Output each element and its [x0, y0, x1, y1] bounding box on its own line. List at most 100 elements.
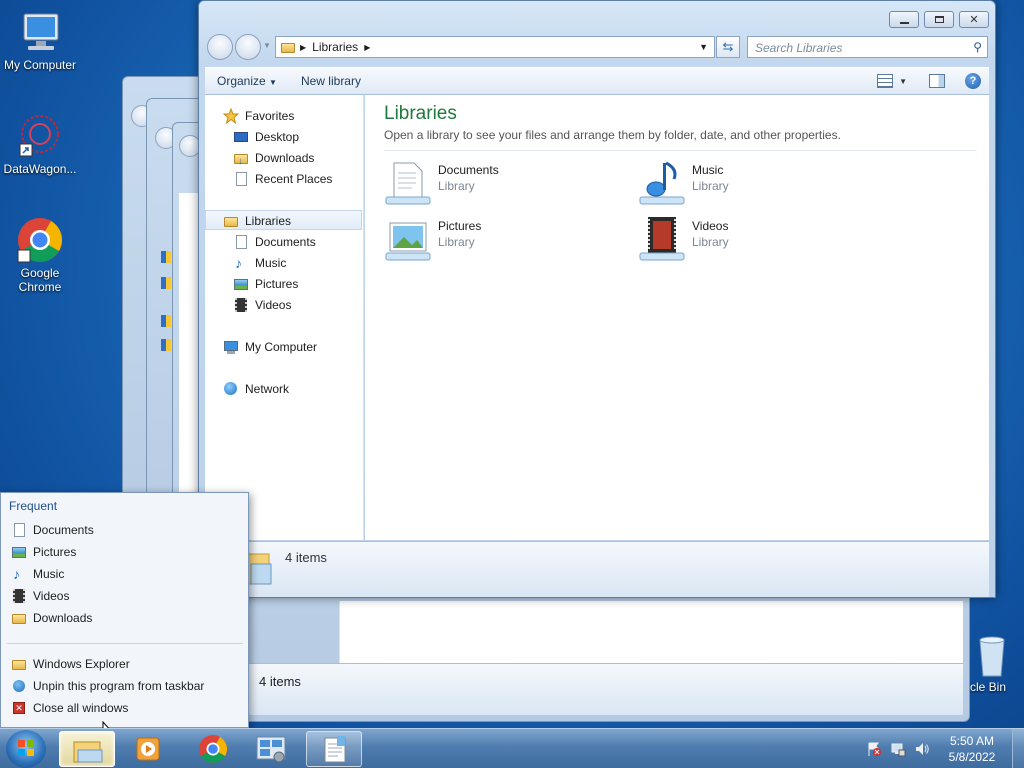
refresh-button[interactable]: ⇆	[716, 36, 740, 58]
taskbar-chrome-button[interactable]	[185, 731, 241, 767]
divider	[7, 643, 243, 644]
jump-item-documents[interactable]: Documents	[11, 520, 94, 540]
nav-desktop[interactable]: Desktop	[233, 127, 299, 147]
back-button[interactable]	[207, 34, 233, 60]
forward-button[interactable]	[235, 34, 261, 60]
status-item-count: 4 items	[259, 674, 301, 689]
navigation-pane: Favorites Desktop ↓ Downloads Recent Plac…	[205, 95, 364, 540]
shield-icon	[161, 251, 171, 263]
volume-icon[interactable]	[914, 741, 930, 757]
address-bar[interactable]: ▶ Libraries ▶ ▼	[275, 36, 715, 58]
pictures-icon	[11, 544, 27, 560]
library-videos[interactable]: Videos Library	[638, 215, 729, 263]
clock[interactable]: 5:50 AM 5/8/2022	[940, 733, 1004, 765]
jump-item-videos[interactable]: Videos	[11, 586, 69, 606]
music-icon: ♪	[235, 255, 242, 271]
preview-pane-icon[interactable]	[929, 74, 945, 88]
taskbar-media-player-button[interactable]	[121, 731, 177, 767]
nav-network[interactable]: Network	[223, 379, 289, 399]
help-icon[interactable]: ?	[965, 73, 981, 89]
taskbar-control-panel-button[interactable]	[245, 731, 301, 767]
nav-pictures[interactable]: Pictures	[233, 274, 298, 294]
desktop-icon-datawagon[interactable]: DataWagon...	[0, 112, 80, 176]
page-subtitle: Open a library to see your files and arr…	[384, 128, 841, 142]
star-icon	[222, 107, 240, 125]
new-library-button[interactable]: New library	[289, 74, 373, 88]
nav-documents[interactable]: Documents	[233, 232, 316, 252]
videos-icon	[11, 588, 27, 604]
jump-list: Frequent Documents Pictures ♪ Music Video…	[0, 492, 249, 728]
clock-date: 5/8/2022	[948, 750, 996, 764]
start-button[interactable]	[6, 730, 46, 768]
unpin-icon	[11, 678, 27, 694]
nav-favorites[interactable]: Favorites	[222, 106, 294, 126]
videos-library-icon	[638, 215, 686, 263]
pictures-icon	[233, 276, 249, 292]
documents-icon	[233, 234, 249, 250]
clock-time: 5:50 AM	[949, 734, 995, 748]
computer-icon	[223, 339, 239, 355]
libraries-icon	[280, 39, 296, 55]
breadcrumb-arrow-icon[interactable]: ▶	[300, 43, 306, 52]
taskbar-notepad-button[interactable]	[306, 731, 362, 767]
breadcrumb-libraries[interactable]: Libraries	[312, 40, 358, 54]
library-pictures[interactable]: Pictures Library	[384, 215, 481, 263]
nav-downloads[interactable]: ↓ Downloads	[233, 148, 314, 168]
close-button[interactable]: ✕	[959, 11, 989, 28]
recent-pages-dropdown[interactable]: ▼	[263, 41, 271, 50]
jump-item-downloads[interactable]: Downloads	[11, 608, 92, 628]
command-bar: Organize ▼ New library ▼ ?	[205, 67, 989, 95]
jump-task-close-all[interactable]: ✕ Close all windows	[11, 698, 128, 718]
action-center-icon[interactable]	[866, 741, 882, 757]
taskbar-explorer-button[interactable]	[59, 731, 115, 767]
maximize-button[interactable]	[924, 11, 954, 28]
nav-videos[interactable]: Videos	[233, 295, 291, 315]
documents-icon	[11, 522, 27, 538]
shield-icon	[161, 339, 171, 351]
recent-places-icon	[233, 171, 249, 187]
desktop-icon-label: Google Chrome	[18, 266, 62, 294]
network-icon	[223, 381, 239, 397]
change-view-icon[interactable]	[877, 74, 894, 88]
show-desktop-button[interactable]	[1012, 729, 1024, 768]
chrome-icon	[16, 216, 64, 264]
nav-recent-places[interactable]: Recent Places	[233, 169, 332, 189]
view-dropdown-icon[interactable]: ▼	[899, 77, 907, 86]
search-input[interactable]: Search Libraries ⚲	[747, 36, 988, 58]
control-panel-icon	[256, 736, 286, 763]
jump-task-unpin[interactable]: Unpin this program from taskbar	[11, 676, 204, 696]
windows-logo-icon	[18, 740, 34, 756]
status-item-count: 4 items	[285, 550, 327, 565]
close-icon: ✕	[11, 700, 27, 716]
desktop-icon-chrome[interactable]: Google Chrome	[0, 216, 80, 294]
nav-my-computer[interactable]: My Computer	[223, 337, 317, 357]
address-dropdown-icon[interactable]: ▼	[699, 42, 708, 52]
divider	[384, 150, 976, 151]
desktop-icon-my-computer[interactable]: My Computer	[0, 8, 80, 72]
media-player-icon	[136, 737, 160, 761]
libraries-icon	[223, 213, 239, 229]
nav-libraries[interactable]: Libraries	[223, 211, 291, 231]
minimize-button[interactable]	[889, 11, 919, 28]
organize-button[interactable]: Organize ▼	[205, 74, 289, 88]
chrome-icon	[199, 735, 227, 763]
videos-icon	[233, 297, 249, 313]
documents-library-icon	[384, 159, 432, 207]
library-documents[interactable]: Documents Library	[384, 159, 499, 207]
notepad-icon	[324, 736, 346, 763]
jump-item-music[interactable]: ♪ Music	[11, 564, 64, 584]
desktop-icon	[233, 129, 249, 145]
jump-item-pictures[interactable]: Pictures	[11, 542, 76, 562]
jump-list-header: Frequent	[9, 499, 58, 513]
explorer-window[interactable]: ✕ ▼ ▶ Libraries ▶ ▼ ⇆ Search Libraries ⚲…	[198, 0, 996, 598]
music-library-icon	[638, 159, 686, 207]
network-tray-icon[interactable]	[890, 741, 906, 757]
jump-task-windows-explorer[interactable]: Windows Explorer	[11, 654, 130, 674]
datawagon-icon	[16, 112, 64, 160]
nav-music[interactable]: ♪ Music	[233, 253, 286, 273]
library-music[interactable]: Music Library	[638, 159, 729, 207]
breadcrumb-arrow-icon[interactable]: ▶	[364, 43, 370, 52]
content-pane: Libraries Open a library to see your fil…	[365, 95, 989, 540]
page-title: Libraries	[384, 103, 457, 124]
search-icon: ⚲	[973, 40, 982, 54]
